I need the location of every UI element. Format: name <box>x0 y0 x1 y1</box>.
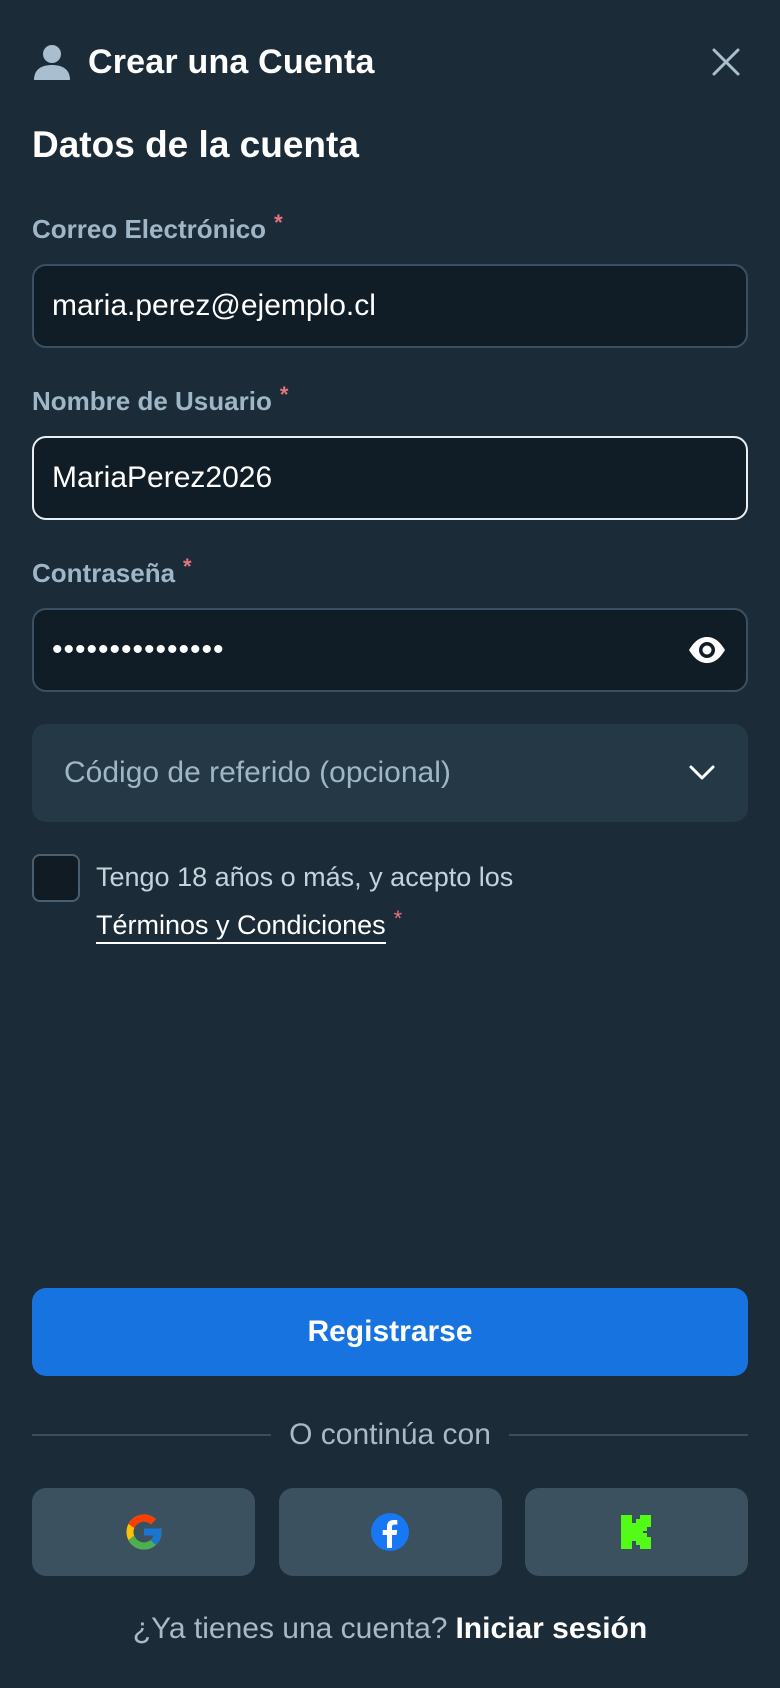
divider-text: O continúa con <box>289 1418 491 1451</box>
terms-checkbox[interactable] <box>32 854 80 902</box>
referral-label: Código de referido (opcional) <box>64 756 451 789</box>
password-value: ••••••••••••••• <box>52 633 225 666</box>
google-login-button[interactable] <box>32 1488 255 1576</box>
email-field[interactable]: maria.perez@ejemplo.cl <box>32 264 748 348</box>
social-login-row <box>32 1488 748 1576</box>
login-link[interactable]: Iniciar sesión <box>455 1612 647 1645</box>
kick-login-button[interactable] <box>525 1488 748 1576</box>
modal-title: Crear una Cuenta <box>88 42 375 81</box>
chevron-down-icon <box>689 765 715 780</box>
register-button[interactable]: Registrarse <box>32 1288 748 1376</box>
password-label: Contraseña * <box>32 554 192 588</box>
section-title: Datos de la cuenta <box>32 124 359 165</box>
facebook-login-button[interactable] <box>278 1488 502 1576</box>
close-icon <box>712 48 740 76</box>
kick-icon <box>620 1515 651 1549</box>
eye-icon <box>689 637 725 663</box>
modal-header: Crear una Cuenta <box>32 36 748 88</box>
facebook-icon <box>371 1513 409 1551</box>
terms-link[interactable]: Términos y Condiciones <box>96 910 386 944</box>
terms-text: Tengo 18 años o más, y acepto los <box>96 862 514 892</box>
required-mark: * <box>279 382 289 407</box>
username-field[interactable]: MariaPerez2026 <box>32 436 748 520</box>
divider: O continúa con <box>32 1412 749 1458</box>
required-mark: * <box>183 554 192 579</box>
required-mark: * <box>274 210 283 235</box>
toggle-password-visibility[interactable] <box>686 629 728 671</box>
close-button[interactable] <box>704 40 748 84</box>
username-label: Nombre de Usuario * <box>32 382 289 416</box>
required-mark: * <box>393 906 403 931</box>
email-label: Correo Electrónico * <box>32 210 283 244</box>
divider-line <box>508 1434 749 1436</box>
google-icon <box>126 1514 161 1550</box>
login-prompt: ¿Ya tienes una cuenta? Iniciar sesión <box>0 1612 780 1646</box>
email-value: maria.perez@ejemplo.cl <box>52 289 376 322</box>
user-icon <box>34 45 70 80</box>
divider-line <box>32 1434 272 1436</box>
terms-line: Términos y Condiciones * <box>96 906 402 944</box>
password-field[interactable]: ••••••••••••••• <box>32 608 748 692</box>
login-prompt-text: ¿Ya tienes una cuenta? <box>132 1612 448 1645</box>
username-value: MariaPerez2026 <box>52 461 273 494</box>
referral-code-dropdown[interactable]: Código de referido (opcional) <box>32 724 748 822</box>
